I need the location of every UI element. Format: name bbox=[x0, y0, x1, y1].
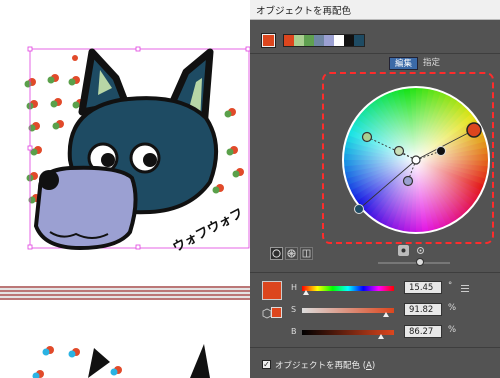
out-of-gamut-swatch[interactable] bbox=[271, 307, 282, 318]
canvas-area[interactable]: ウォフウォフ bbox=[0, 0, 250, 378]
slider-menu-icon[interactable] bbox=[461, 285, 469, 292]
lower-artboard-preview bbox=[32, 344, 210, 378]
wheel-tools bbox=[398, 245, 426, 256]
artboard[interactable]: ウォフウォフ bbox=[0, 0, 250, 270]
brightness-slider-knob[interactable] bbox=[416, 258, 424, 266]
wheel-mode-toggle bbox=[270, 247, 313, 260]
hue-label: H bbox=[291, 283, 298, 292]
color-bars-icon[interactable] bbox=[300, 247, 313, 260]
recolor-artwork-checkbox[interactable]: ✓ bbox=[262, 360, 271, 369]
brightness-slider-track[interactable] bbox=[378, 262, 450, 264]
hue-slider[interactable] bbox=[302, 286, 394, 291]
link-harmony-icon[interactable] bbox=[415, 245, 426, 256]
brightness-value-slider-knob[interactable] bbox=[378, 334, 385, 339]
recolor-artwork-dialog: オブジェクトを再配色 編集 指定 H 15.45 ° S 91.82 % B 8… bbox=[250, 0, 500, 378]
saturation-value-field[interactable]: 91.82 bbox=[404, 303, 442, 316]
brightness-value-field[interactable]: 86.27 bbox=[404, 325, 442, 338]
saturation-label: S bbox=[291, 305, 297, 314]
selected-color-swatch[interactable] bbox=[262, 281, 282, 300]
divider bbox=[250, 272, 500, 273]
color-wheel-highlight bbox=[322, 72, 494, 244]
saturation-slider[interactable] bbox=[302, 308, 394, 313]
brightness-unit: % bbox=[448, 325, 457, 335]
hue-unit: ° bbox=[448, 281, 453, 291]
eye-icon[interactable] bbox=[398, 245, 409, 256]
saturation-unit: % bbox=[448, 303, 457, 313]
pasteboard-strip bbox=[0, 286, 250, 300]
divider bbox=[250, 347, 500, 348]
saturation-slider-knob[interactable] bbox=[383, 312, 390, 317]
smooth-wheel-icon[interactable] bbox=[270, 247, 283, 260]
brightness-label: B bbox=[291, 327, 297, 336]
hue-slider-knob[interactable] bbox=[302, 290, 309, 295]
segmented-wheel-icon[interactable] bbox=[285, 247, 298, 260]
hue-value-field[interactable]: 15.45 bbox=[404, 281, 442, 294]
recolor-artwork-label[interactable]: オブジェクトを再配色 (A) bbox=[275, 359, 375, 371]
